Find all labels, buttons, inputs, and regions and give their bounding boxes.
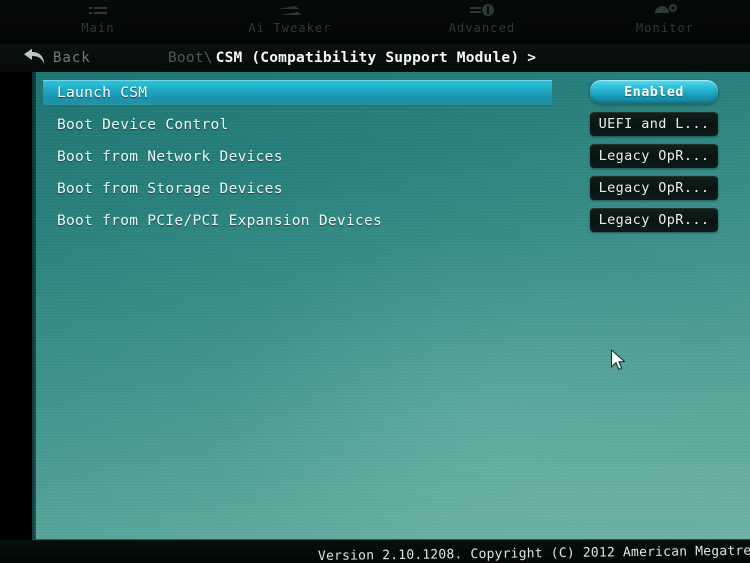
setting-label: Boot from Network Devices xyxy=(57,149,283,165)
setting-label: Boot Device Control xyxy=(57,117,229,133)
settings-panel: Launch CSM Enabled Boot Device Control U… xyxy=(32,72,750,541)
setting-row-boot-from-network-devices[interactable]: Boot from Network Devices Legacy OpR... xyxy=(43,144,739,170)
breadcrumb-parent[interactable]: Boot\ xyxy=(168,50,213,66)
setting-value-boot-from-storage-devices[interactable]: Legacy OpR... xyxy=(590,176,718,200)
nav-item-advanced[interactable]: Advanced xyxy=(407,0,557,44)
breadcrumb: Boot\ CSM (Compatibility Support Module)… xyxy=(168,44,536,72)
nav-item-monitor-label: Monitor xyxy=(635,21,695,35)
setting-row-boot-from-storage-devices[interactable]: Boot from Storage Devices Legacy OpR... xyxy=(43,176,739,202)
bios-screen: Main Ai Tweaker Advanced Monitor Back Bo… xyxy=(0,0,750,563)
breadcrumb-current: CSM (Compatibility Support Module) xyxy=(215,50,520,66)
chip-icon xyxy=(407,1,557,21)
list-icon xyxy=(23,1,173,21)
setting-label: Launch CSM xyxy=(57,85,148,101)
nav-item-monitor[interactable]: Monitor xyxy=(590,0,740,44)
setting-row-boot-device-control[interactable]: Boot Device Control UEFI and L... xyxy=(43,112,739,138)
panel-left-edge xyxy=(32,72,36,541)
setting-value-boot-device-control[interactable]: UEFI and L... xyxy=(590,112,718,136)
footer-bar: Version 2.10.1208. Copyright (C) 2012 Am… xyxy=(0,540,750,563)
nav-item-advanced-label: Advanced xyxy=(448,21,516,35)
chevron-right-icon: > xyxy=(527,50,537,66)
setting-row-launch-csm[interactable]: Launch CSM Enabled xyxy=(43,80,739,106)
back-arrow-icon xyxy=(22,47,46,69)
setting-row-boot-from-pcie-pci-expansion-devices[interactable]: Boot from PCIe/PCI Expansion Devices Leg… xyxy=(43,208,739,234)
gauge-icon xyxy=(590,1,740,21)
mouse-pointer-icon xyxy=(610,349,628,373)
setting-value-boot-from-pcie-pci-expansion-devices[interactable]: Legacy OpR... xyxy=(590,208,718,232)
nav-item-main[interactable]: Main xyxy=(23,0,173,44)
setting-label: Boot from Storage Devices xyxy=(57,181,283,197)
back-button[interactable]: Back xyxy=(18,44,101,72)
copyright-text: Version 2.10.1208. Copyright (C) 2012 Am… xyxy=(317,543,750,563)
sliders-icon xyxy=(215,1,365,21)
nav-item-ai-tweaker[interactable]: Ai Tweaker xyxy=(215,0,365,44)
nav-item-main-label: Main xyxy=(81,21,115,35)
nav-item-ai-tweaker-label: Ai Tweaker xyxy=(248,21,332,35)
back-button-label: Back xyxy=(53,50,91,66)
top-navigation-bar: Main Ai Tweaker Advanced Monitor xyxy=(0,0,750,44)
breadcrumb-bar: Back Boot\ CSM (Compatibility Support Mo… xyxy=(0,44,750,72)
setting-value-boot-from-network-devices[interactable]: Legacy OpR... xyxy=(590,144,718,168)
setting-label: Boot from PCIe/PCI Expansion Devices xyxy=(57,213,383,229)
setting-value-launch-csm[interactable]: Enabled xyxy=(590,80,718,104)
